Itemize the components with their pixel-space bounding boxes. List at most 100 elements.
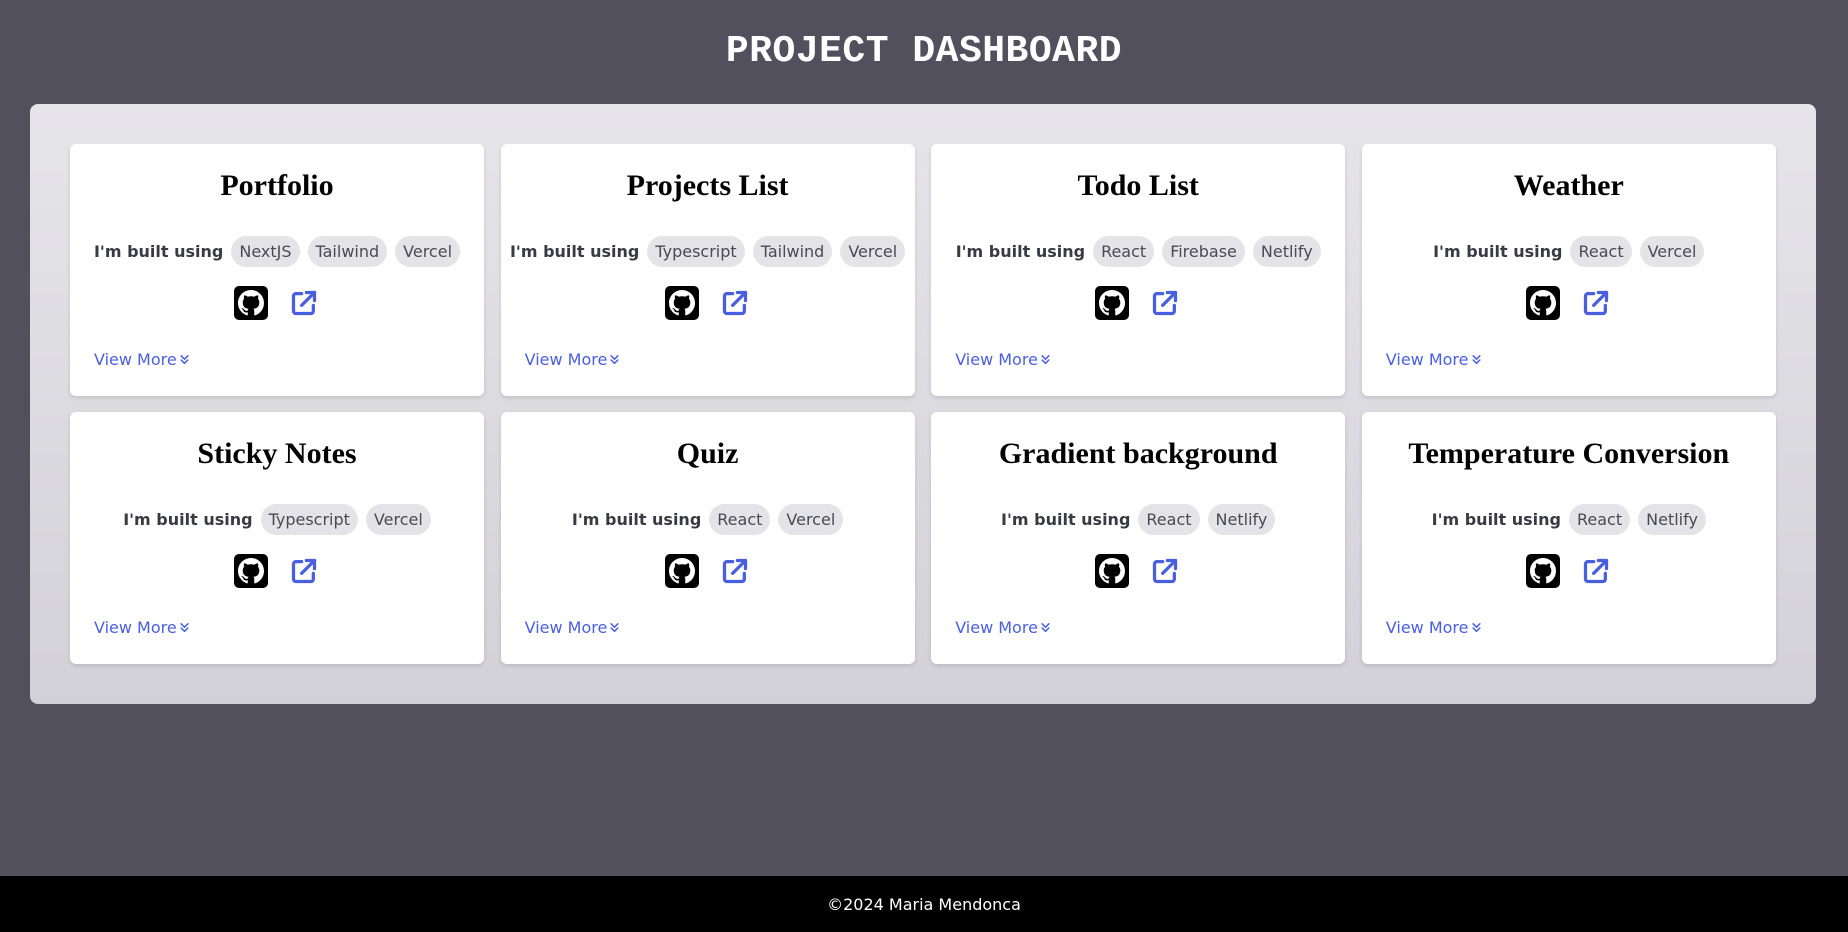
view-more-button[interactable]: View More (525, 350, 620, 369)
view-more-button[interactable]: View More (94, 618, 189, 637)
external-link-icon[interactable] (1580, 555, 1612, 587)
project-title: Portfolio (220, 169, 334, 202)
external-link-icon[interactable] (719, 287, 751, 319)
view-more-button[interactable]: View More (1386, 618, 1481, 637)
footer-copyright: ©2024 Maria Mendonca (827, 894, 1021, 914)
tech-tag: Netlify (1207, 504, 1276, 535)
project-title: Weather (1513, 169, 1624, 202)
project-card: Portfolio I'm built using NextJS Tailwind… (70, 144, 484, 396)
view-more-button[interactable]: View More (94, 350, 189, 369)
view-more-label: View More (524, 618, 608, 637)
external-link-icon[interactable] (719, 555, 751, 587)
chevrons-down-icon (610, 622, 619, 632)
tech-stack: I'm built using React Firebase Netlify (931, 236, 1345, 267)
project-card: Temperature Conversion I'm built using R… (1361, 412, 1776, 664)
chevrons-down-icon (1041, 354, 1050, 364)
tech-stack: I'm built using React Netlify (1362, 504, 1776, 535)
tech-stack: I'm built using NextJS Tailwind Vercel (70, 236, 484, 267)
chevrons-down-icon (1471, 354, 1481, 364)
external-link-icon[interactable] (1149, 555, 1181, 587)
project-links (931, 286, 1345, 320)
external-link-icon[interactable] (288, 555, 320, 587)
github-icon[interactable] (664, 554, 699, 588)
github-icon[interactable] (234, 554, 268, 588)
project-links (70, 286, 484, 320)
project-card: Gradient background I'm built using Reac… (931, 412, 1346, 664)
tech-tag: Netlify (1638, 504, 1706, 535)
tech-tag: Vercel (840, 236, 906, 267)
project-card: Todo List I'm built using React Firebase N… (931, 144, 1346, 396)
tech-tag: React (1570, 236, 1632, 267)
view-more-label: View More (524, 350, 608, 369)
project-card: Quiz I'm built using React Vercel View Mo… (500, 412, 915, 664)
view-more-label: View More (94, 350, 177, 369)
project-title: Projects List (626, 169, 789, 202)
tech-tag: Vercel (365, 504, 431, 535)
tech-tag: Vercel (778, 504, 844, 535)
github-icon[interactable] (234, 286, 268, 320)
project-title: Quiz (676, 437, 739, 470)
external-link-icon[interactable] (1580, 287, 1612, 319)
built-using-label: I'm built using (1433, 242, 1563, 261)
project-links (70, 554, 484, 588)
tech-tag: Vercel (1639, 236, 1705, 267)
view-more-button[interactable]: View More (525, 618, 620, 637)
chevrons-down-icon (180, 622, 189, 632)
project-card: Sticky Notes I'm built using Typescript V… (70, 412, 484, 664)
project-links (931, 554, 1345, 588)
tech-stack: I'm built using Typescript Tailwind Vercel (501, 236, 915, 267)
github-icon[interactable] (1525, 286, 1560, 320)
tech-stack: I'm built using React Netlify (931, 504, 1345, 535)
tech-tag: NextJS (231, 236, 300, 267)
built-using-label: I'm built using (509, 242, 640, 261)
view-more-button[interactable]: View More (955, 350, 1050, 369)
external-link-icon[interactable] (1149, 287, 1181, 319)
tech-tag: Vercel (395, 236, 461, 267)
tech-tag: Firebase (1162, 236, 1245, 267)
view-more-label: View More (1385, 350, 1469, 369)
project-links (1362, 286, 1776, 320)
view-more-label: View More (955, 618, 1038, 637)
view-more-button[interactable]: View More (955, 618, 1050, 637)
projects-grid: Portfolio I'm built using NextJS Tailwind… (30, 104, 1816, 704)
tech-tag: Tailwind (307, 236, 388, 267)
project-links (1362, 554, 1776, 588)
page-title: PROJECT DASHBOARD (725, 30, 1123, 73)
tech-stack: I'm built using Typescript Vercel (70, 504, 484, 535)
built-using-label: I'm built using (1431, 510, 1561, 529)
tech-stack: I'm built using React Vercel (501, 504, 915, 535)
view-more-label: View More (955, 350, 1038, 369)
view-more-label: View More (94, 618, 177, 637)
tech-tag: Netlify (1252, 236, 1321, 267)
github-icon[interactable] (1095, 286, 1130, 320)
project-links (501, 554, 915, 588)
project-title: Gradient background (998, 437, 1278, 470)
tech-tag: Tailwind (752, 236, 833, 267)
view-more-label: View More (1385, 618, 1469, 637)
tech-tag: Typescript (260, 504, 358, 535)
built-using-label: I'm built using (123, 510, 253, 529)
built-using-label: I'm built using (955, 242, 1086, 261)
chevrons-down-icon (1041, 622, 1050, 632)
tech-tag: React (1138, 504, 1200, 535)
project-card: Projects List I'm built using Typescript… (500, 144, 915, 396)
footer: ©2024 Maria Mendonca (0, 876, 1848, 932)
chevrons-down-icon (610, 354, 619, 364)
project-links (501, 286, 915, 320)
external-link-icon[interactable] (288, 287, 320, 319)
github-icon[interactable] (1095, 554, 1130, 588)
tech-stack: I'm built using React Vercel (1362, 236, 1776, 267)
github-icon[interactable] (664, 286, 699, 320)
tech-tag: React (709, 504, 771, 535)
built-using-label: I'm built using (1001, 510, 1131, 529)
tech-tag: React (1569, 504, 1631, 535)
tech-tag: React (1093, 236, 1155, 267)
github-icon[interactable] (1525, 554, 1560, 588)
built-using-label: I'm built using (93, 242, 224, 261)
built-using-label: I'm built using (571, 510, 702, 529)
chevrons-down-icon (180, 354, 189, 364)
project-card: Weather I'm built using React Vercel View… (1361, 144, 1776, 396)
tech-tag: Typescript (647, 236, 745, 267)
view-more-button[interactable]: View More (1386, 350, 1481, 369)
project-title: Sticky Notes (197, 437, 357, 470)
